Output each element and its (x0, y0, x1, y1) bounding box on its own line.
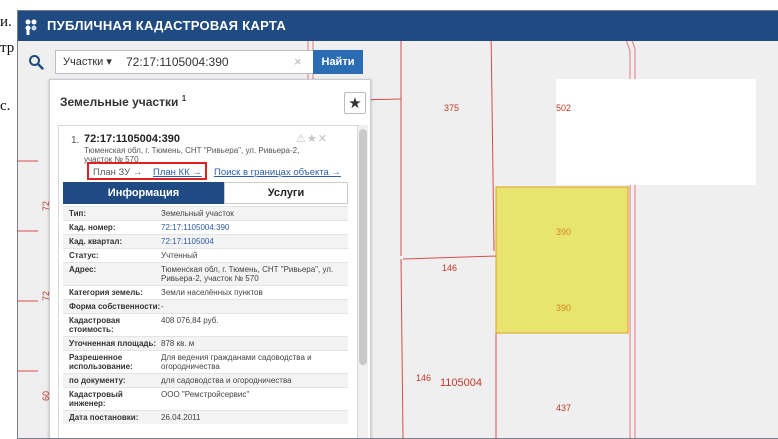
quarter-label: 1105004 (440, 377, 482, 389)
search-type-select[interactable]: Участки ▾ (63, 55, 112, 68)
pkk-logo-icon[interactable] (22, 17, 40, 35)
info-key: Дата постановки: (69, 413, 139, 422)
info-value: Учтенный (161, 251, 198, 260)
parcel-label-502: 502 (556, 103, 571, 113)
info-row: по документу: для садоводства и огороднич… (63, 373, 348, 387)
info-key: Кадастровая стоимость: (69, 316, 121, 334)
info-value: Земельный участок (161, 209, 234, 218)
info-key: Форма собственности: (69, 302, 161, 311)
star-icon: ★ (348, 95, 362, 112)
parcel-label-437: 437 (556, 403, 571, 413)
info-value[interactable]: 72:17:1105004 (161, 237, 346, 246)
info-value: Для ведения гражданами садоводства и ого… (161, 353, 312, 371)
find-button[interactable]: Найти (313, 50, 363, 74)
info-key: Уточненная площадь: (69, 339, 157, 348)
info-key: Кад. квартал: (69, 237, 123, 246)
info-key: Разрешенное использование: (69, 353, 133, 371)
tab-services[interactable]: Услуги (224, 182, 348, 204)
info-row: Форма собственности: - (63, 299, 348, 313)
result-action-icons[interactable]: ⚠★✕ (296, 132, 328, 145)
info-key: по документу: (69, 376, 126, 385)
info-row: Уточненная площадь: 878 кв. м (63, 336, 348, 350)
result-index: 1. (71, 135, 80, 146)
info-value: Земли населённых пунктов (161, 288, 263, 297)
info-value: для садоводства и огородничества (161, 376, 292, 385)
parcel-label-390: 390 (556, 303, 571, 313)
app-title: ПУБЛИЧНАЯ КАДАСТРОВАЯ КАРТА (47, 18, 287, 33)
panel-scrollbar[interactable] (358, 125, 368, 438)
document-text-fragment: тр (0, 40, 15, 56)
results-count: 1 (181, 94, 187, 103)
tab-info[interactable]: Информация (63, 182, 224, 204)
info-value: 408 076,84 руб. (161, 316, 219, 325)
info-key: Кад. номер: (69, 223, 116, 232)
info-row: Адрес: Тюменская обл, г. Тюмень, СНТ "Рив… (63, 262, 348, 285)
parcel-label-146: 146 (442, 263, 457, 273)
search-bar: Участки ▾ × Найти (18, 47, 369, 77)
info-row: Кад. номер: 72:17:1105004:390 (63, 220, 348, 234)
scrollbar-thumb[interactable] (359, 129, 367, 365)
info-key: Статус: (69, 251, 99, 260)
info-row: Дата постановки: 26.04.2011 (63, 410, 348, 424)
info-row: Кад. квартал: 72:17:1105004 (63, 234, 348, 248)
annotation-highlight-box (87, 162, 207, 180)
document-text-fragment: с. (0, 98, 11, 114)
parcel-label-146: 146 (416, 373, 431, 383)
info-value[interactable]: 72:17:1105004:390 (161, 223, 346, 232)
info-row: Разрешенное использование: Для ведения гр… (63, 350, 348, 373)
search-icon[interactable] (28, 54, 44, 70)
info-value: ООО "Ремстройсервис" (161, 390, 250, 399)
info-key: Кадастровый инженер: (69, 390, 123, 408)
info-row: Кадастровая стоимость: 408 076,84 руб. (63, 313, 348, 336)
info-key: Адрес: (69, 265, 97, 274)
info-key: Тип: (69, 209, 86, 218)
results-panel: Земельные участки 1 ★ 1. 72:17:1105004:3… (49, 79, 371, 438)
search-in-bounds-link[interactable]: Поиск в границах объекта → (214, 167, 341, 178)
info-value: Тюменская обл, г. Тюмень, СНТ "Ривьера",… (161, 265, 334, 283)
parcel-label-375: 375 (444, 103, 459, 113)
result-cadastral-number[interactable]: 72:17:1105004:390 (84, 133, 180, 145)
search-input[interactable] (126, 53, 296, 71)
results-list: 1. 72:17:1105004:390 Тюменская обл, г. Т… (58, 125, 358, 438)
panel-title: Земельные участки 1 (60, 94, 186, 109)
info-key: Категория земель: (69, 288, 143, 297)
document-text-fragment: и. (0, 14, 12, 30)
info-row: Категория земель: Земли населённых пункто… (63, 285, 348, 299)
info-value: - (161, 302, 164, 311)
info-row: Статус: Учтенный (63, 248, 348, 262)
info-row: Тип: Земельный участок (63, 206, 348, 220)
favorites-button[interactable]: ★ (344, 92, 366, 114)
app-header: ПУБЛИЧНАЯ КАДАСТРОВАЯ КАРТА (18, 11, 778, 41)
info-table: Тип: Земельный участок Кад. номер: 72:17:11… (63, 206, 348, 424)
panel-title-text: Земельные участки (60, 95, 179, 109)
info-row: Кадастровый инженер: ООО "Ремстройсервис" (63, 387, 348, 410)
info-value: 26.04.2011 (161, 413, 201, 422)
parcel-label-390: 390 (556, 227, 571, 237)
search-box: Участки ▾ × Найти (55, 50, 363, 74)
chevron-down-icon: ▾ (106, 56, 112, 68)
app-window: 375 502 390 390 146 146 437 72 72 60 110… (17, 10, 778, 439)
search-type-label: Участки (63, 56, 104, 68)
info-value: 878 кв. м (161, 339, 195, 348)
clear-icon[interactable]: × (294, 54, 302, 69)
